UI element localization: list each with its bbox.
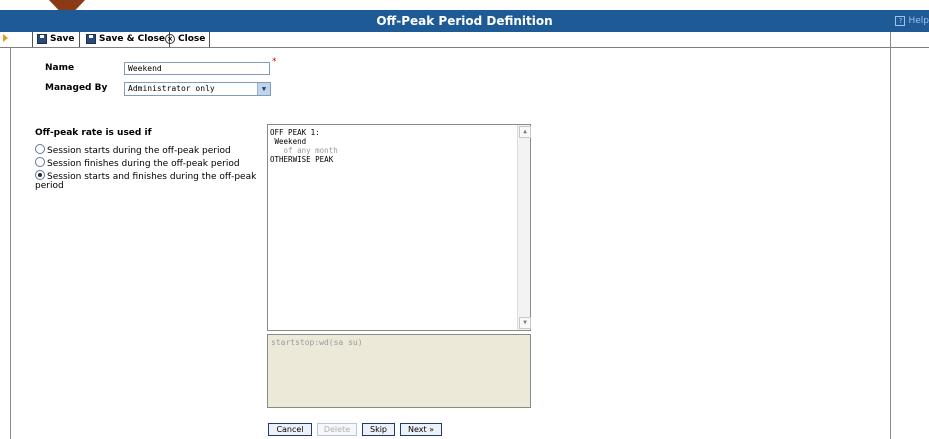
- radio-session-finishes[interactable]: Session finishes during the off-peak per…: [35, 157, 240, 170]
- period-definition-editor[interactable]: OFF PEAK 1: Weekend of any month OTHERWI…: [267, 124, 531, 331]
- frame-right-border: [890, 32, 891, 439]
- scroll-down-icon[interactable]: ▼: [519, 317, 531, 329]
- disk-icon: [37, 33, 47, 44]
- rule-text-box[interactable]: startstop:wd(sa su): [267, 334, 531, 408]
- radio-label: Session starts and finishes during the o…: [47, 172, 257, 182]
- skip-button[interactable]: Skip: [362, 423, 395, 436]
- radio-label: Session finishes during the off-peak per…: [47, 159, 240, 169]
- radio-button[interactable]: [35, 157, 45, 167]
- close-button[interactable]: × Close: [161, 32, 211, 47]
- page-title: Off-Peak Period Definition: [376, 14, 553, 28]
- scroll-up-icon[interactable]: ▲: [519, 126, 531, 138]
- help-link[interactable]: ? Help: [895, 10, 929, 32]
- title-bar: Off-Peak Period Definition ? Help: [0, 10, 929, 32]
- toolbar-arrow-icon: [3, 34, 8, 42]
- chevron-down-icon: ▼: [257, 83, 270, 95]
- delete-button[interactable]: Delete: [317, 423, 357, 436]
- cancel-button[interactable]: Cancel: [268, 423, 312, 436]
- save-close-button[interactable]: Save & Close: [82, 32, 170, 47]
- save-label: Save: [50, 34, 75, 44]
- help-label: Help: [908, 16, 929, 26]
- disk-icon: [86, 33, 96, 44]
- close-label: Close: [178, 34, 206, 44]
- radio-button-selected[interactable]: [35, 170, 45, 180]
- close-icon: ×: [165, 33, 175, 44]
- editor-line: Weekend: [270, 137, 307, 146]
- rate-heading: Off-peak rate is used if: [35, 128, 152, 138]
- editor-scrollbar[interactable]: ▲ ▼: [517, 125, 531, 330]
- radio-session-starts[interactable]: Session starts during the off-peak perio…: [35, 144, 231, 157]
- required-marker: *: [272, 57, 277, 67]
- managed-by-value: Administrator only: [128, 84, 215, 93]
- toolbar: Save Save & Close × Close: [0, 32, 929, 48]
- name-input[interactable]: Weekend: [124, 62, 270, 75]
- editor-line: OTHERWISE PEAK: [270, 155, 334, 164]
- frame-left-border: [10, 47, 11, 439]
- save-button[interactable]: Save: [32, 32, 80, 47]
- radio-label: Session starts during the off-peak perio…: [47, 146, 231, 156]
- name-label: Name: [45, 63, 75, 73]
- radio-session-starts-finishes[interactable]: Session starts and finishes during the o…: [35, 170, 256, 183]
- editor-line: of any month: [270, 146, 338, 155]
- save-close-label: Save & Close: [99, 34, 165, 44]
- managed-by-select[interactable]: Administrator only ▼: [124, 82, 271, 96]
- help-icon: ?: [895, 16, 906, 26]
- radio-label-continuation: period: [35, 181, 64, 191]
- radio-button[interactable]: [35, 144, 45, 154]
- next-button[interactable]: Next »: [400, 423, 442, 436]
- managed-by-label: Managed By: [45, 83, 108, 93]
- editor-line: OFF PEAK 1:: [270, 128, 320, 137]
